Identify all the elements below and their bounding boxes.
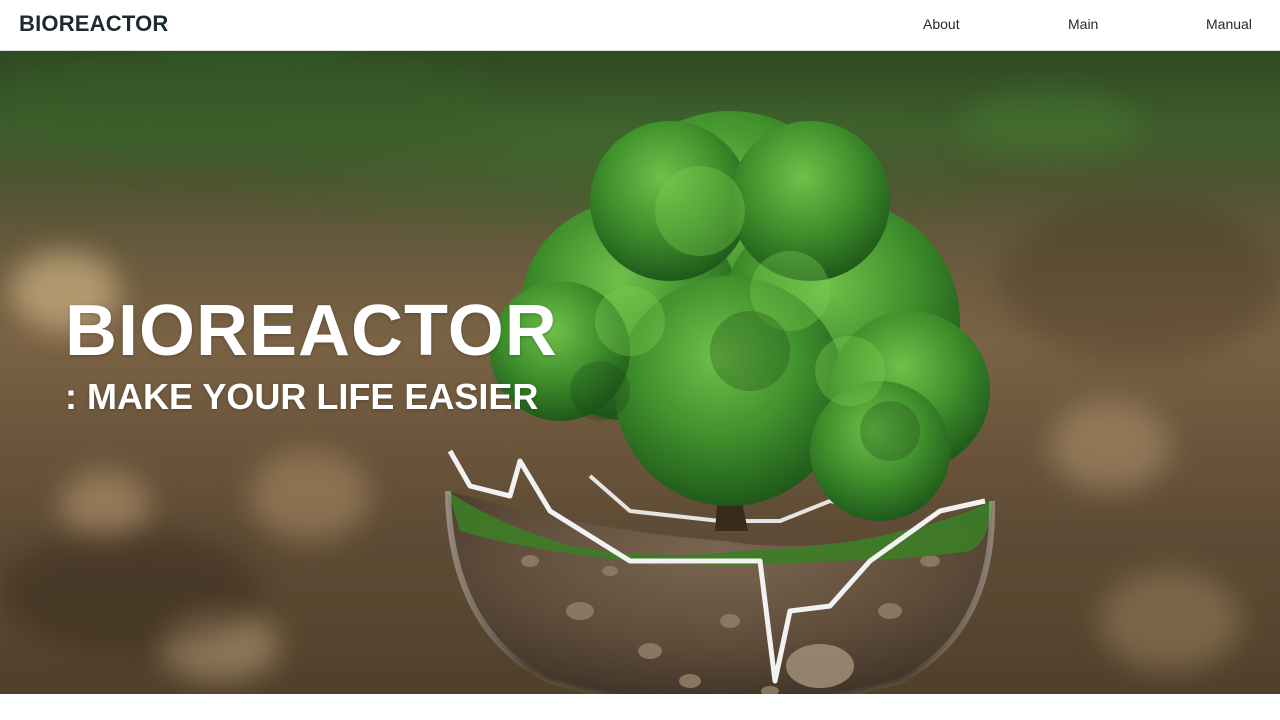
nav-link-manual[interactable]: Manual [1206,15,1252,33]
hero-banner: BIOREACTOR : MAKE YOUR LIFE EASIER [0,51,1280,694]
hero-headline: BIOREACTOR [65,291,558,371]
bokeh-blur [1100,571,1240,671]
top-navigation-bar: BIOREACTOR About Main Manual [0,0,1280,51]
bokeh-blur [0,531,260,651]
page-footer-strip [0,694,1280,720]
bokeh-blur [250,451,370,541]
brand-logo[interactable]: BIOREACTOR [19,12,169,36]
bokeh-blur [0,51,500,161]
bokeh-blur [1000,201,1280,361]
hero-subheadline: : MAKE YOUR LIFE EASIER [65,376,539,417]
nav-link-main[interactable]: Main [1068,15,1098,33]
nav-link-about[interactable]: About [923,15,960,33]
bokeh-blur [1050,401,1170,491]
